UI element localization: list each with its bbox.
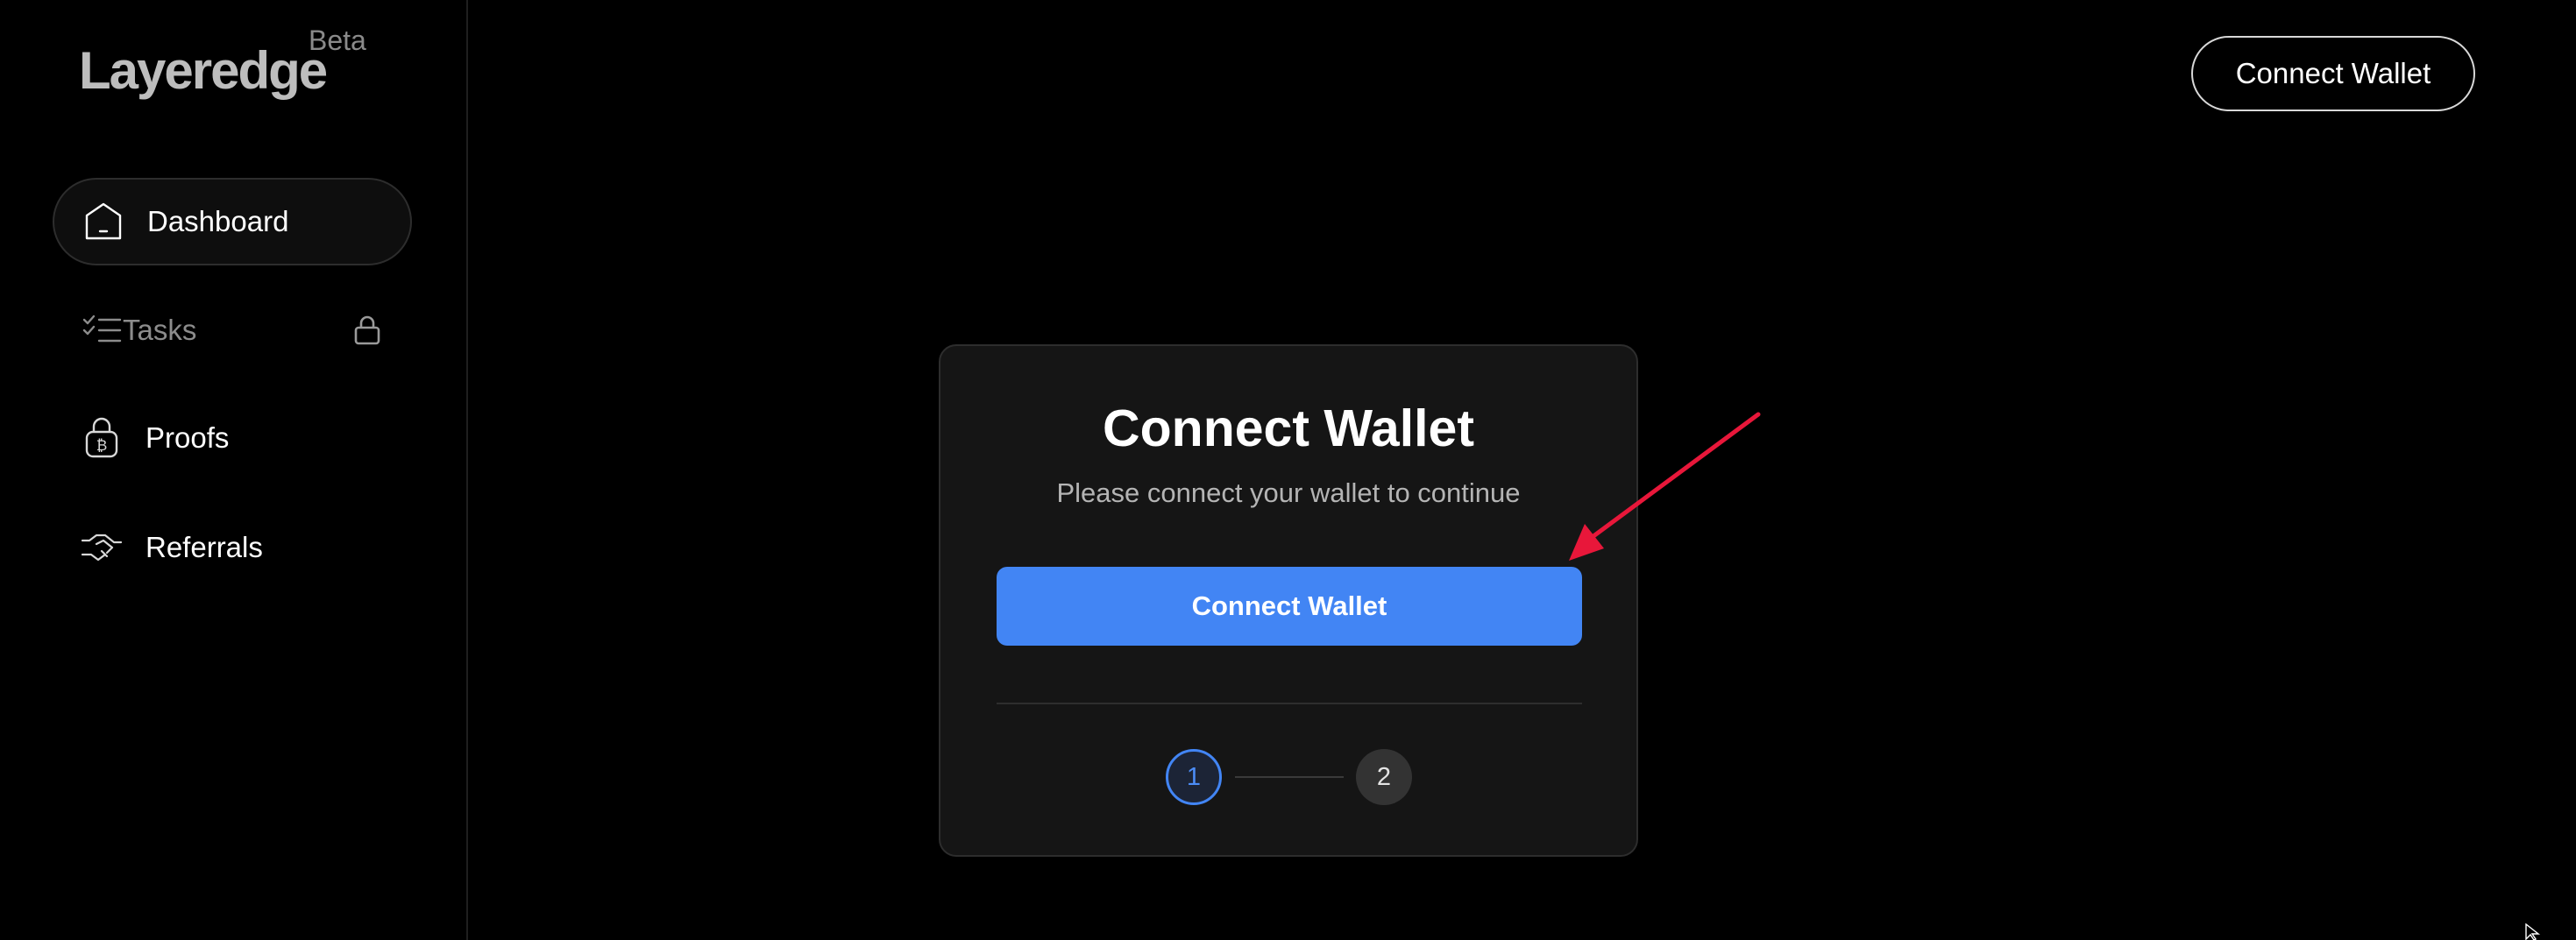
step-indicator-next: 2: [1356, 749, 1412, 805]
divider: [997, 703, 1582, 704]
handshake-icon: [79, 525, 124, 570]
sidebar-item-dashboard[interactable]: Dashboard: [53, 178, 412, 265]
card-subtitle: Please connect your wallet to continue: [1056, 477, 1521, 508]
svg-text:₿: ₿: [96, 437, 108, 455]
checklist-icon: [81, 307, 123, 353]
mouse-cursor-icon: [2525, 923, 2541, 940]
lock-icon: [352, 315, 382, 346]
bitcoin-lock-icon: ₿: [79, 415, 124, 461]
connect-wallet-button[interactable]: Connect Wallet: [997, 567, 1582, 646]
step-connector: [1235, 776, 1344, 778]
connect-wallet-header-button[interactable]: Connect Wallet: [2191, 36, 2475, 111]
sidebar: Layeredge Beta Dashboard Tasks ₿ Proofs …: [0, 0, 468, 940]
sidebar-item-tasks[interactable]: Tasks: [53, 286, 412, 374]
logo-wordmark: Layeredge: [79, 41, 328, 100]
sidebar-item-label: Dashboard: [147, 205, 289, 237]
step-indicator-current: 1: [1166, 749, 1222, 805]
beta-badge: Beta: [309, 25, 366, 56]
sidebar-item-label: Referrals: [145, 531, 263, 563]
sidebar-item-label: Proofs: [145, 421, 230, 454]
sidebar-item-proofs[interactable]: ₿ Proofs: [53, 394, 412, 482]
connect-wallet-card: Connect Wallet Please connect your walle…: [939, 344, 1638, 857]
brand-logo[interactable]: Layeredge Beta: [79, 25, 377, 105]
card-title: Connect Wallet: [1103, 399, 1474, 457]
sidebar-item-label: Tasks: [123, 314, 197, 346]
sidebar-item-referrals[interactable]: Referrals: [53, 504, 412, 591]
home-icon: [81, 199, 126, 244]
